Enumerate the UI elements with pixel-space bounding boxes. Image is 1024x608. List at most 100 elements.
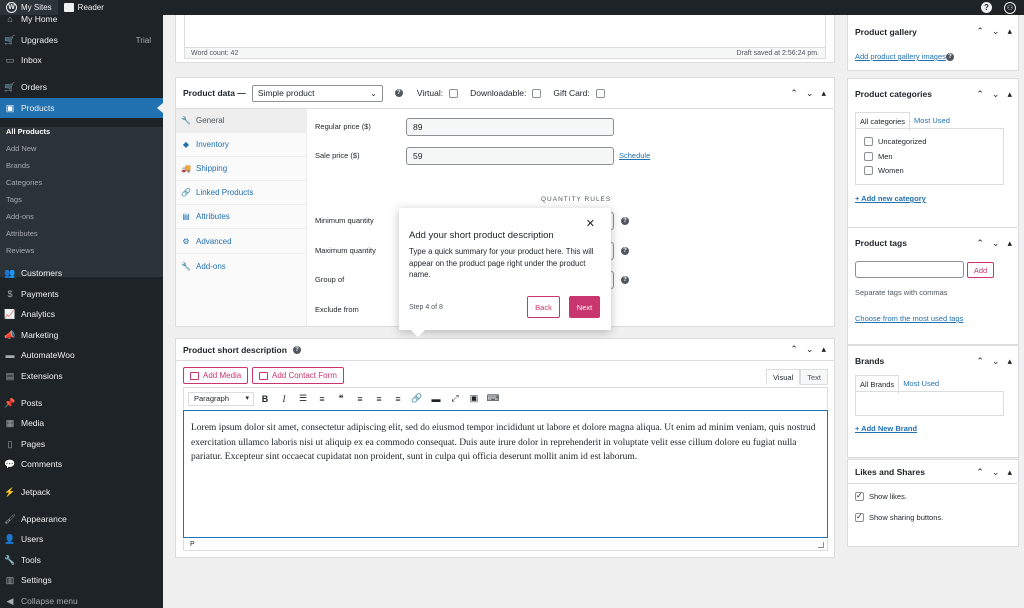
sidebar-item-customers[interactable]: 👥 Customers [0, 263, 163, 283]
add-new-brand-link[interactable]: + Add New Brand [855, 424, 917, 433]
submenu-all-products[interactable]: All Products [6, 127, 50, 136]
help-icon[interactable]: ? [394, 89, 403, 97]
tag-input[interactable] [855, 261, 964, 278]
toggle-panel-icon[interactable]: ▴ [821, 344, 826, 355]
toggle-panel-icon[interactable]: ▴ [1007, 356, 1012, 367]
show-sharing-checkbox[interactable] [855, 512, 864, 522]
move-down-icon[interactable]: ⌄ [992, 467, 1000, 478]
move-up-icon[interactable]: ⌃ [976, 467, 984, 478]
tab-visual[interactable]: Visual [765, 369, 801, 385]
numbered-list-icon[interactable]: ≡ [314, 391, 330, 407]
product-type-select[interactable]: Simple product ⌄ [251, 84, 383, 102]
tab-advanced[interactable]: ⚙ Advanced [176, 230, 307, 254]
tab-add-ons[interactable]: 🔧 Add-ons [176, 254, 307, 278]
schedule-link[interactable]: Schedule [619, 151, 650, 160]
keyboard-icon[interactable]: ⌨ [485, 391, 501, 407]
align-right-icon[interactable]: ≡ [390, 391, 406, 407]
submenu-add-new[interactable]: Add New [6, 144, 36, 153]
blockquote-icon[interactable]: ❝ [333, 391, 349, 407]
toggle-panel-icon[interactable]: ▴ [1007, 26, 1012, 37]
add-gallery-images-link[interactable]: Add product gallery images [855, 52, 946, 61]
tour-back-button[interactable]: Back [527, 296, 560, 318]
help-icon[interactable]: ? [946, 53, 954, 61]
help-icon[interactable]: ? [292, 345, 301, 354]
move-up-icon[interactable]: ⌃ [976, 238, 984, 249]
gift-card-checkbox[interactable] [595, 88, 605, 98]
move-down-icon[interactable]: ⌄ [992, 356, 1000, 367]
sidebar-item-payments[interactable]: $ Payments [0, 284, 163, 304]
sidebar-item-my-home[interactable]: ⌂ My Home [0, 9, 163, 29]
toggle-panel-icon[interactable]: ▴ [1007, 89, 1012, 100]
category-checkbox[interactable] [864, 152, 873, 161]
help-icon[interactable]: ? [621, 276, 629, 284]
toggle-panel-icon[interactable]: ▴ [1007, 467, 1012, 478]
sidebar-item-products[interactable]: ▣ Products [0, 98, 163, 118]
sidebar-item-marketing[interactable]: 📣 Marketing [0, 325, 163, 345]
sidebar-item-extensions[interactable]: ▤ Extensions [0, 366, 163, 386]
format-select[interactable]: Paragraph ▾ [188, 391, 254, 406]
regular-price-input[interactable]: 89 [406, 118, 614, 136]
align-left-icon[interactable]: ≡ [352, 391, 368, 407]
sale-price-input[interactable]: 59 [406, 147, 614, 165]
submenu-categories[interactable]: Categories [6, 178, 42, 187]
move-down-icon[interactable]: ⌄ [992, 89, 1000, 100]
tab-shipping[interactable]: 🚚 Shipping [176, 157, 307, 181]
user-avatar-icon[interactable]: ⚇ [1004, 1, 1016, 14]
sidebar-item-settings[interactable]: ▥ Settings [0, 570, 163, 590]
category-item[interactable]: Men [864, 152, 893, 161]
submenu-reviews[interactable]: Reviews [6, 246, 34, 255]
bold-icon[interactable]: B [257, 391, 273, 407]
tab-linked-products[interactable]: 🔗 Linked Products [176, 181, 307, 205]
sidebar-item-pages[interactable]: ▯ Pages [0, 434, 163, 454]
help-icon[interactable]: ? [621, 247, 629, 255]
add-tag-button[interactable]: Add [967, 262, 994, 278]
show-likes-option[interactable]: Show likes. [855, 491, 907, 501]
sidebar-item-media[interactable]: ▦ Media [0, 413, 163, 433]
move-up-icon[interactable]: ⌃ [790, 88, 798, 99]
move-up-icon[interactable]: ⌃ [790, 344, 798, 355]
fullscreen-icon[interactable]: ⤢ [447, 391, 463, 407]
move-up-icon[interactable]: ⌃ [976, 26, 984, 37]
short-description-editor[interactable]: Lorem ipsum dolor sit amet, consectetur … [183, 410, 828, 538]
tab-general[interactable]: 🔧 General [176, 109, 307, 133]
bullet-list-icon[interactable]: ☰ [295, 391, 311, 407]
tab-text[interactable]: Text [800, 369, 828, 385]
sidebar-item-jetpack[interactable]: ⚡ Jetpack [0, 482, 163, 502]
category-checkbox[interactable] [864, 166, 873, 175]
sidebar-item-users[interactable]: 👤 Users [0, 529, 163, 549]
sidebar-item-comments[interactable]: 💬 Comments [0, 454, 163, 474]
sidebar-item-upgrades[interactable]: 🛒 Upgrades Trial [0, 30, 163, 50]
tab-inventory[interactable]: ◆ Inventory [176, 133, 307, 157]
move-down-icon[interactable]: ⌄ [992, 26, 1000, 37]
toggle-panel-icon[interactable]: ▴ [1007, 238, 1012, 249]
category-item[interactable]: Uncategorized [864, 137, 926, 146]
resize-handle-icon[interactable] [818, 542, 824, 548]
move-down-icon[interactable]: ⌄ [806, 88, 814, 99]
move-down-icon[interactable]: ⌄ [806, 344, 814, 355]
downloadable-checkbox[interactable] [532, 88, 542, 98]
tour-next-button[interactable]: Next [569, 296, 600, 318]
help-icon[interactable]: ? [981, 1, 992, 13]
help-icon[interactable]: ? [621, 217, 629, 225]
italic-icon[interactable]: I [276, 391, 292, 407]
sidebar-item-orders[interactable]: 🛒 Orders [0, 77, 163, 97]
show-likes-checkbox[interactable] [855, 491, 864, 501]
submenu-attributes[interactable]: Attributes [6, 229, 38, 238]
submenu-brands[interactable]: Brands [6, 161, 30, 170]
tab-attributes[interactable]: ▤ Attributes [176, 205, 307, 229]
read-more-icon[interactable]: ▬ [428, 391, 444, 407]
submenu-tags[interactable]: Tags [6, 195, 22, 204]
category-checkbox[interactable] [864, 137, 873, 146]
add-new-category-link[interactable]: + Add new category [855, 194, 926, 203]
toggle-panel-icon[interactable]: ▴ [821, 88, 826, 99]
add-contact-form-button[interactable]: Add Contact Form [252, 367, 344, 384]
sidebar-item-posts[interactable]: 📌 Posts [0, 393, 163, 413]
sidebar-item-tools[interactable]: 🔧 Tools [0, 550, 163, 570]
insert-link-icon[interactable]: 🔗 [409, 391, 425, 407]
move-up-icon[interactable]: ⌃ [976, 89, 984, 100]
choose-most-used-tags-link[interactable]: Choose from the most used tags [855, 314, 963, 323]
close-icon[interactable]: ✕ [586, 217, 595, 230]
align-center-icon[interactable]: ≡ [371, 391, 387, 407]
move-down-icon[interactable]: ⌄ [992, 238, 1000, 249]
virtual-checkbox[interactable] [449, 88, 459, 98]
